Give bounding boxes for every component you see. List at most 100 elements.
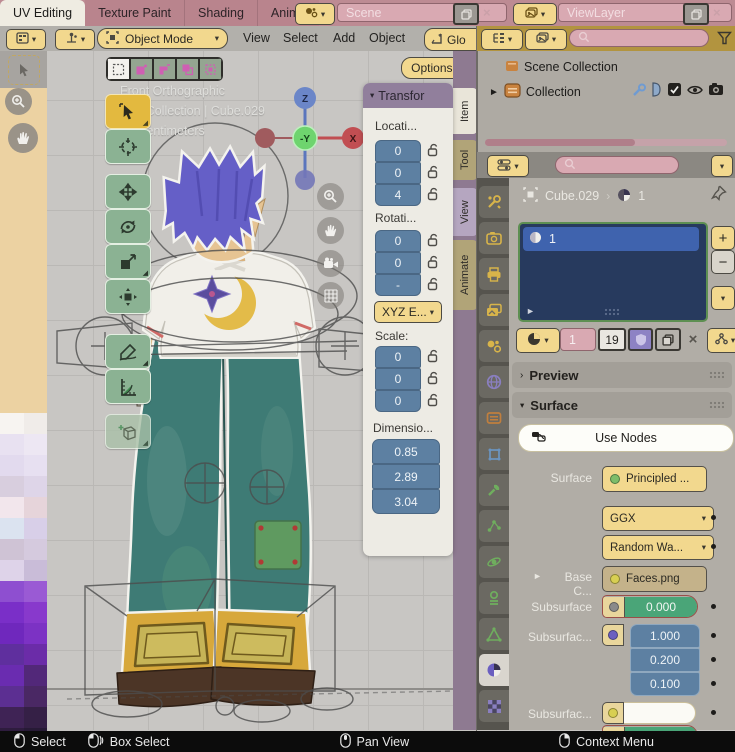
uv-editor-type-dropdown[interactable]: ▾ bbox=[6, 29, 46, 50]
material-slot-selected[interactable]: 1 bbox=[523, 227, 699, 251]
menu-add[interactable]: Add bbox=[324, 26, 364, 50]
material-copy-icon[interactable] bbox=[655, 328, 681, 351]
lock-rotation-z-icon[interactable] bbox=[427, 277, 440, 294]
region-divider[interactable] bbox=[476, 26, 477, 731]
tool-annotate-button[interactable]: ◢ bbox=[105, 334, 151, 369]
scene-browse-dropdown[interactable]: ▾ bbox=[295, 3, 335, 25]
tab-object-data[interactable] bbox=[479, 618, 509, 650]
tab-physics[interactable] bbox=[479, 546, 509, 578]
viewport-zoom-button[interactable] bbox=[317, 183, 344, 210]
tab-tool[interactable] bbox=[479, 186, 509, 218]
surface-shader-button[interactable]: Principled ... bbox=[602, 466, 707, 492]
distribution-dropdown[interactable]: GGX ▾ bbox=[602, 506, 714, 531]
scale-x-field[interactable]: 0 bbox=[375, 346, 421, 368]
material-users-count-button[interactable]: 19 bbox=[598, 328, 626, 351]
menu-select[interactable]: Select bbox=[274, 26, 327, 50]
slot-specials-dropdown[interactable]: ▾ bbox=[711, 286, 735, 310]
animate-dot[interactable] bbox=[711, 633, 716, 638]
subsurface-method-dropdown[interactable]: Random Wa... ▾ bbox=[602, 535, 714, 560]
subsurface-color-swatch[interactable] bbox=[624, 702, 696, 724]
exclude-checkbox-icon[interactable] bbox=[667, 82, 682, 100]
radius-x-field[interactable]: 1.000 bbox=[630, 624, 700, 648]
viewport-grid-persp-button[interactable] bbox=[317, 282, 344, 309]
npanel-tab-view[interactable]: View bbox=[453, 188, 477, 236]
base-color-texture-button[interactable]: Faces.png bbox=[602, 566, 707, 592]
tab-material[interactable] bbox=[479, 654, 509, 686]
tool-rotate-button[interactable] bbox=[105, 209, 151, 244]
dimensions-x-field[interactable]: 0.85 bbox=[372, 439, 440, 464]
outliner-display-mode-dropdown[interactable]: ▾ bbox=[481, 29, 523, 50]
breadcrumb-material[interactable]: 1 bbox=[638, 189, 645, 203]
location-z-field[interactable]: 4 bbox=[375, 184, 421, 206]
lock-scale-y-icon[interactable] bbox=[427, 371, 440, 388]
radius-y-field[interactable]: 0.200 bbox=[630, 648, 700, 672]
pin-icon[interactable] bbox=[711, 185, 727, 204]
lock-location-z-icon[interactable] bbox=[427, 187, 440, 204]
viewport-pan-hand-button[interactable] bbox=[317, 217, 344, 244]
use-nodes-button[interactable]: Use Nodes bbox=[518, 424, 734, 452]
select-mode-intersect-button[interactable] bbox=[199, 58, 222, 80]
properties-options-dropdown[interactable]: ▾ bbox=[711, 155, 733, 177]
object-mode-dropdown[interactable]: Object Mode ▾ bbox=[97, 28, 228, 49]
animate-dot[interactable] bbox=[711, 604, 716, 609]
viewport-camera-button[interactable] bbox=[317, 250, 344, 277]
tool-move-button[interactable] bbox=[105, 174, 151, 209]
uv-select-tool-button[interactable] bbox=[8, 55, 40, 85]
collection-tool-icon[interactable] bbox=[632, 83, 647, 101]
uv-zoom-button[interactable] bbox=[5, 88, 32, 115]
list-resize-grip[interactable] bbox=[604, 308, 619, 317]
tab-constraints[interactable] bbox=[479, 582, 509, 614]
fake-user-shield-icon[interactable] bbox=[628, 328, 653, 351]
collection-instance-icon[interactable] bbox=[649, 81, 663, 101]
surface-panel-header[interactable]: ▾ Surface bbox=[512, 392, 732, 418]
tab-output[interactable] bbox=[479, 258, 509, 290]
base-color-expand-icon[interactable]: ► bbox=[533, 571, 542, 581]
tab-object[interactable] bbox=[479, 438, 509, 470]
lock-scale-z-icon[interactable] bbox=[427, 393, 440, 410]
transform-panel-header[interactable]: ▾ Transfor bbox=[363, 83, 453, 108]
lock-rotation-y-icon[interactable] bbox=[427, 255, 440, 272]
properties-search-input[interactable] bbox=[555, 156, 679, 174]
expand-arrow-icon[interactable]: ► bbox=[489, 87, 499, 98]
tab-render[interactable] bbox=[479, 222, 509, 254]
material-browse-dropdown[interactable]: ▾ bbox=[516, 328, 560, 353]
tool-cursor-button[interactable] bbox=[105, 129, 151, 164]
axis-gizmo[interactable]: Z X -Y bbox=[255, 86, 365, 196]
tab-particles[interactable] bbox=[479, 510, 509, 542]
outliner-item-scene-collection[interactable]: Scene Collection bbox=[505, 59, 618, 75]
properties-editor-type-dropdown[interactable]: ▾ bbox=[487, 155, 529, 177]
location-y-field[interactable]: 0 bbox=[375, 162, 421, 184]
tab-scene[interactable] bbox=[479, 330, 509, 362]
dimensions-y-field[interactable]: 2.89 bbox=[372, 464, 440, 489]
rotation-y-field[interactable]: 0 bbox=[375, 252, 421, 274]
lock-location-y-icon[interactable] bbox=[427, 165, 440, 182]
workspace-tab-texture-paint[interactable]: Texture Paint bbox=[85, 0, 185, 26]
preview-panel-header[interactable]: › Preview bbox=[512, 362, 732, 388]
tool-scale-button[interactable]: ◢ bbox=[105, 244, 151, 279]
subsurface-slider[interactable]: 0.000 bbox=[602, 595, 698, 618]
scale-z-field[interactable]: 0 bbox=[375, 390, 421, 412]
slot-remove-button[interactable]: − bbox=[711, 250, 735, 274]
animate-dot[interactable] bbox=[711, 544, 716, 549]
material-name-field[interactable]: 1 bbox=[560, 328, 596, 351]
tool-select-box-button[interactable]: ◢ bbox=[105, 94, 151, 129]
outliner-item-collection[interactable]: ► Collection bbox=[489, 83, 581, 101]
breadcrumb-object[interactable]: Cube.029 bbox=[545, 189, 599, 203]
material-slot-list[interactable]: 1 ► bbox=[518, 222, 708, 322]
viewport-editor-type-dropdown[interactable]: ▾ bbox=[55, 29, 95, 50]
select-mode-subtract-button[interactable] bbox=[153, 58, 176, 80]
tab-texture[interactable] bbox=[479, 690, 509, 722]
tab-world[interactable] bbox=[479, 366, 509, 398]
rotation-z-field[interactable]: - bbox=[375, 274, 421, 296]
lock-scale-x-icon[interactable] bbox=[427, 349, 440, 366]
eye-icon[interactable] bbox=[687, 84, 703, 99]
viewlayer-copy-icon[interactable] bbox=[683, 3, 709, 25]
transform-orientation-dropdown[interactable]: Glo bbox=[424, 28, 483, 51]
color-socket-icon[interactable] bbox=[602, 702, 624, 724]
dimensions-z-field[interactable]: 3.04 bbox=[372, 489, 440, 514]
npanel-tab-tool[interactable]: Tool bbox=[453, 140, 477, 180]
tool-transform-button[interactable] bbox=[105, 279, 151, 314]
tab-collection-props[interactable] bbox=[479, 402, 509, 434]
viewlayer-browse-dropdown[interactable]: ▾ bbox=[513, 3, 557, 25]
menu-object[interactable]: Object bbox=[360, 26, 414, 50]
